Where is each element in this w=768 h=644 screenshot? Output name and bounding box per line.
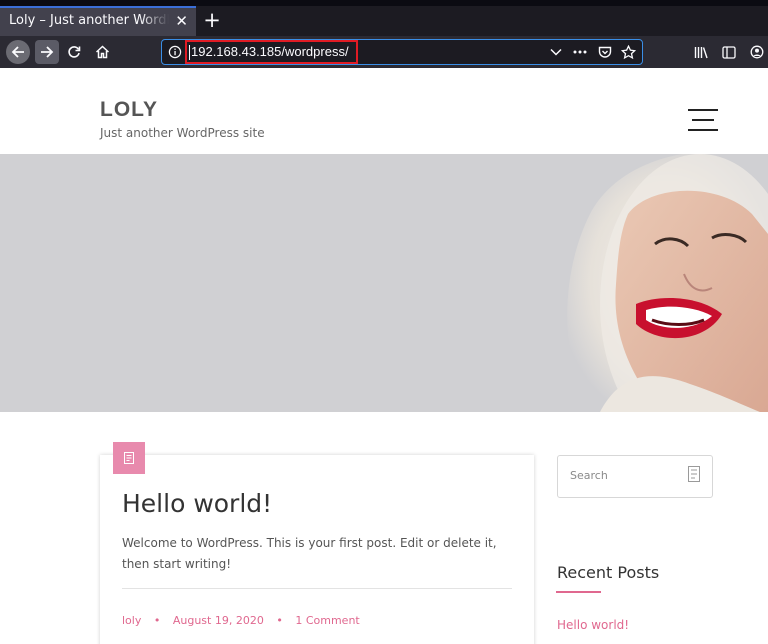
post-divider (122, 588, 512, 589)
hamburger-icon-line (692, 119, 714, 121)
hamburger-icon (688, 109, 718, 111)
reload-icon (68, 46, 81, 58)
url-dropdown-button[interactable] (548, 44, 564, 60)
search-form (557, 455, 713, 498)
navigation-toolbar: 192.168.43.185/wordpress/ (0, 36, 768, 68)
site-info-icon[interactable] (168, 45, 182, 59)
recent-posts-title: Recent Posts (557, 563, 660, 582)
new-tab-button[interactable]: + (201, 7, 223, 33)
pocket-icon (598, 46, 612, 58)
chevron-down-icon (550, 48, 562, 56)
meta-separator: • (276, 614, 283, 627)
search-icon (688, 466, 700, 482)
tab-title: Loly – Just another WordPress site (9, 13, 169, 28)
search-button[interactable] (688, 466, 700, 482)
reload-button[interactable] (62, 40, 86, 64)
post-comments-link[interactable]: 1 Comment (295, 614, 359, 627)
forward-icon (41, 46, 54, 58)
home-icon (95, 45, 109, 59)
widget-title-underline (556, 591, 601, 593)
account-button[interactable] (749, 44, 765, 60)
post-card: Hello world! Welcome to WordPress. This … (100, 455, 534, 644)
hero-photo (0, 154, 768, 412)
search-input[interactable] (570, 469, 680, 482)
page-actions-button[interactable] (572, 44, 588, 60)
account-icon (750, 45, 764, 59)
document-icon (124, 452, 134, 464)
site-tagline: Just another WordPress site (100, 126, 265, 140)
bookmark-star-icon (620, 44, 636, 59)
site-header: LOLY Just another WordPress site (0, 88, 768, 154)
library-button[interactable] (693, 44, 709, 60)
url-text[interactable]: 192.168.43.185/wordpress/ (191, 44, 349, 59)
hamburger-icon-line (688, 129, 718, 131)
text-caret (189, 45, 190, 60)
header-image (0, 154, 768, 412)
meta-separator: • (153, 614, 161, 627)
recent-post-link[interactable]: Hello world! (557, 618, 629, 632)
pocket-button[interactable] (597, 44, 613, 60)
back-icon (11, 46, 24, 58)
address-bar[interactable]: 192.168.43.185/wordpress/ (161, 39, 643, 65)
post-meta: loly • August 19, 2020 • 1 Comment (122, 614, 360, 627)
post-date-link[interactable]: August 19, 2020 (173, 614, 264, 627)
library-icon (694, 46, 708, 58)
back-button[interactable] (6, 40, 30, 64)
sidebar-icon (722, 45, 736, 59)
sidebar-button[interactable] (721, 44, 737, 60)
browser-tab[interactable]: Loly – Just another WordPress site ✕ (0, 6, 196, 36)
tab-bar: Loly – Just another WordPress site ✕ + (0, 6, 768, 36)
menu-toggle-button[interactable] (688, 109, 718, 131)
site-title[interactable]: LOLY (100, 98, 158, 122)
more-icon (573, 50, 587, 54)
home-button[interactable] (90, 40, 114, 64)
post-excerpt: Welcome to WordPress. This is your first… (122, 536, 497, 571)
bookmark-star-button[interactable] (620, 44, 636, 60)
post-author-link[interactable]: loly (122, 614, 141, 627)
post-format-badge[interactable] (113, 442, 145, 474)
forward-button[interactable] (35, 40, 59, 64)
tab-close-icon[interactable]: ✕ (175, 8, 188, 34)
post-title[interactable]: Hello world! (122, 489, 272, 518)
